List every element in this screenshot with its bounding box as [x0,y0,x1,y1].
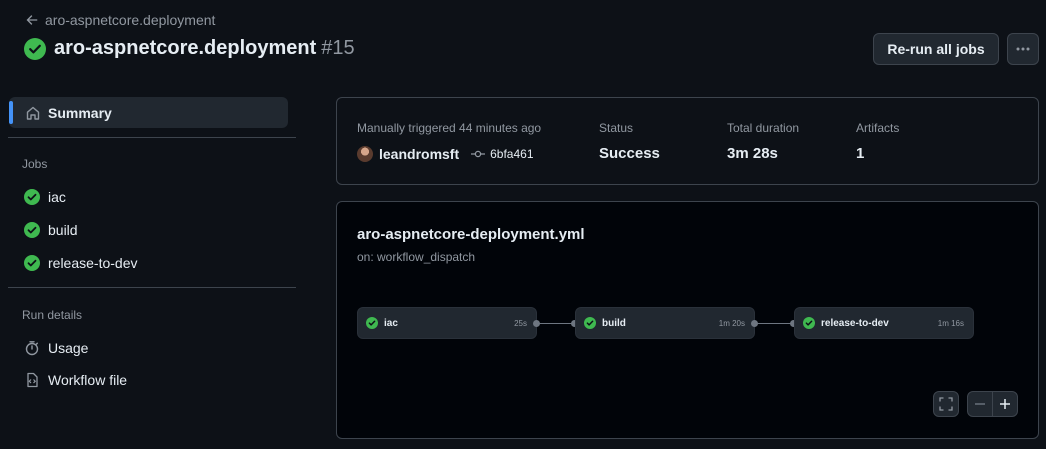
job-node-name: iac [384,317,398,329]
more-options-button[interactable] [1007,33,1039,65]
job-node-duration: 25s [514,318,527,328]
zoom-out-button[interactable] [967,391,993,417]
run-details-section-title: Run details [22,308,83,322]
run-summary-card: Manually triggered 44 minutes ago leandr… [336,97,1039,185]
check-circle-icon [803,317,815,329]
workflow-file-name[interactable]: aro-aspnetcore-deployment.yml [357,226,585,243]
sidebar-item-label: Usage [48,340,89,356]
job-node-duration: 1m 20s [718,318,745,328]
duration-value: 3m 28s [727,145,778,162]
git-commit-icon [471,150,486,158]
job-node-iac[interactable]: iac 25s [357,307,537,339]
check-circle-icon [584,317,596,329]
actor-row: leandromsft 6bfa461 [357,146,534,162]
workflow-trigger: on: workflow_dispatch [357,250,476,264]
sidebar-item-summary[interactable]: Summary [9,97,288,128]
back-link[interactable]: aro-aspnetcore.deployment [26,12,215,28]
sidebar-item-label: Summary [48,104,112,121]
sidebar-item-label: iac [48,189,66,205]
check-circle-icon [366,317,378,329]
sidebar-item-job-release-to-dev[interactable]: release-to-dev [24,255,138,271]
sidebar-item-label: release-to-dev [48,255,138,271]
job-node-release-to-dev[interactable]: release-to-dev 1m 16s [794,307,974,339]
sidebar-item-label: Workflow file [48,372,128,388]
connector-line [538,323,573,324]
divider [8,137,296,138]
home-icon [26,106,40,120]
file-code-icon [27,372,38,388]
run-number: #15 [321,37,355,59]
sidebar-item-label: build [48,222,78,238]
zoom-in-button[interactable] [992,391,1018,417]
job-node-name: build [602,317,626,329]
trigger-label: Manually triggered 44 minutes ago [357,121,542,135]
check-circle-icon [24,222,40,238]
check-circle-icon [24,37,46,60]
run-title: aro-aspnetcore.deployment [54,37,317,59]
jobs-section-title: Jobs [22,157,48,171]
check-circle-icon [24,189,40,205]
divider [8,287,296,288]
sidebar-item-job-build[interactable]: build [24,222,78,238]
sidebar-item-job-iac[interactable]: iac [24,189,66,205]
commit-link[interactable]: 6bfa461 [471,147,534,161]
status-label: Status [599,121,634,135]
job-node-name: release-to-dev [821,317,889,329]
arrow-left-icon [26,15,38,25]
commit-sha: 6bfa461 [490,147,534,161]
active-indicator [9,101,13,124]
connector-line [756,323,792,324]
avatar[interactable] [357,146,373,162]
sidebar-item-usage[interactable]: Usage [24,340,88,356]
artifacts-label: Artifacts [856,121,900,135]
stopwatch-icon [25,341,39,356]
page-title: aro-aspnetcore.deployment #15 [24,37,355,60]
fullscreen-button[interactable] [933,391,959,417]
workflow-graph-card: aro-aspnetcore-deployment.yml on: workfl… [336,201,1039,439]
back-link-label: aro-aspnetcore.deployment [45,12,216,28]
fullscreen-icon [939,397,953,411]
plus-icon [1000,399,1010,409]
artifacts-count[interactable]: 1 [856,145,864,162]
job-node-duration: 1m 16s [937,318,964,328]
actor-link[interactable]: leandromsft [379,146,459,162]
kebab-horizontal-icon [1016,47,1030,51]
check-circle-icon [24,255,40,271]
job-node-build[interactable]: build 1m 20s [575,307,755,339]
status-value: Success [599,145,660,162]
rerun-all-jobs-button[interactable]: Re-run all jobs [873,33,999,65]
sidebar-item-workflow-file[interactable]: Workflow file [24,372,127,388]
duration-label: Total duration [727,121,800,135]
minus-icon [975,403,985,405]
